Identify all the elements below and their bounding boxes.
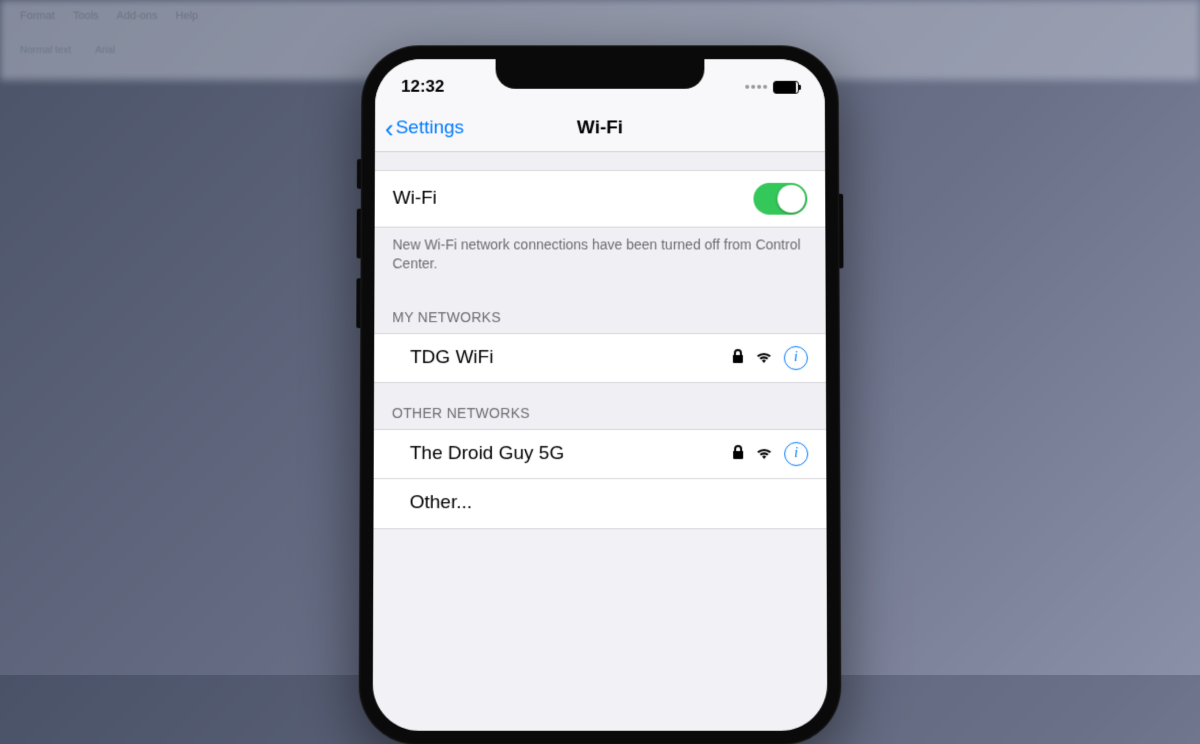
network-name: TDG WiFi [410,346,493,368]
background-docs-toolbar: Normal text Arial [20,45,115,56]
section-header-my-networks: MY NETWORKS [374,287,826,333]
back-label: Settings [396,117,464,139]
network-icons: i [732,441,808,465]
background-docs-menu: Format Tools Add-ons Help [20,10,198,22]
status-right [745,80,799,93]
section-header-other-networks: OTHER NETWORKS [374,382,826,428]
wifi-toggle[interactable] [753,182,807,214]
network-row-droid-guy[interactable]: The Droid Guy 5G i [374,428,827,478]
chevron-left-icon: ‹ [385,115,394,141]
info-icon[interactable]: i [784,345,808,369]
phone-notch [496,59,705,89]
phone-frame: 12:32 ‹ Settings Wi-Fi Wi-Fi [359,45,842,744]
wifi-toggle-footer: New Wi-Fi network connections have been … [374,227,825,286]
wifi-toggle-row: Wi-Fi [375,170,826,228]
signal-icon [745,84,767,88]
lock-icon [732,445,744,462]
phone-side-buttons-left [356,159,361,348]
battery-icon [773,80,799,93]
phone-screen: 12:32 ‹ Settings Wi-Fi Wi-Fi [373,59,828,731]
network-row-other[interactable]: Other... [373,478,826,528]
wifi-icon [756,445,772,461]
content: Wi-Fi New Wi-Fi network connections have… [373,152,826,529]
nav-title: Wi-Fi [577,117,623,139]
network-name: The Droid Guy 5G [410,442,564,464]
wifi-toggle-label: Wi-Fi [393,187,437,209]
other-label: Other... [410,492,472,514]
back-button[interactable]: ‹ Settings [385,115,464,141]
status-time: 12:32 [401,76,444,96]
nav-bar: ‹ Settings Wi-Fi [375,104,825,152]
lock-icon [732,349,744,366]
wifi-icon [756,349,772,365]
info-icon[interactable]: i [784,441,808,465]
network-row-tdg-wifi[interactable]: TDG WiFi i [374,332,826,382]
toggle-knob [777,184,805,212]
network-icons: i [732,345,808,369]
phone-side-button-right [839,193,843,268]
